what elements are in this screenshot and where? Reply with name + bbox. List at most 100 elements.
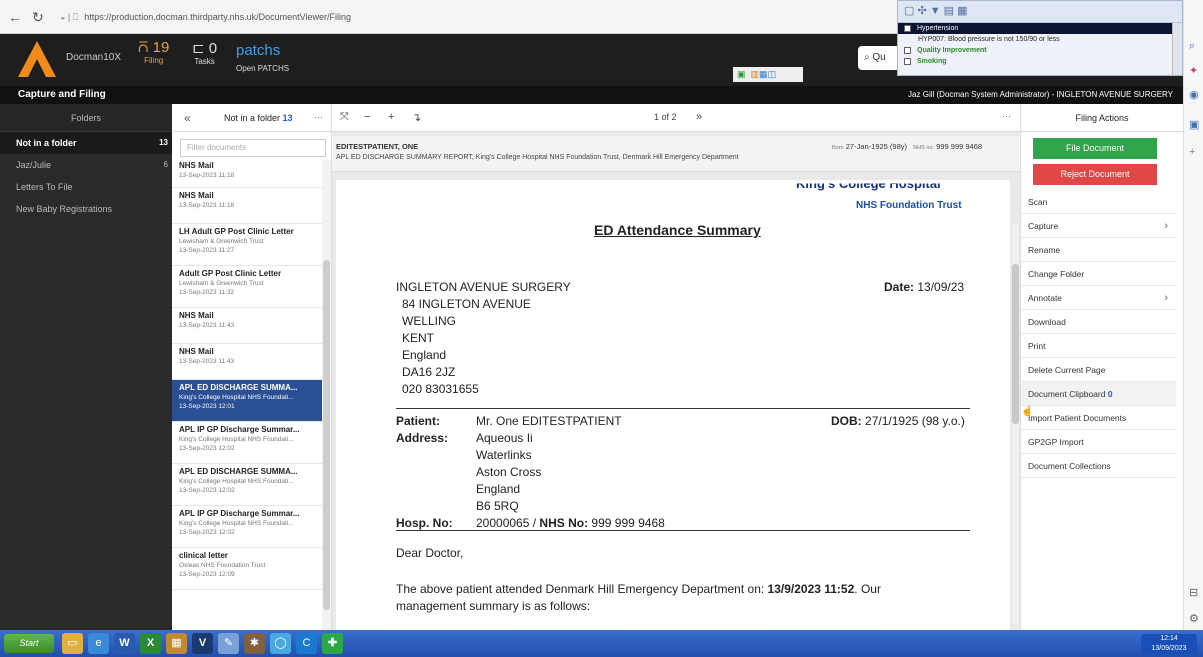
document-list-item[interactable]: clinical letter Oxleas NHS Foundation Tru… [172, 548, 322, 590]
document-org: King's College Hospital NHS Foundati... [179, 436, 294, 443]
letter-dob: DOB: 27/1/1925 (98 y.o.) [831, 414, 965, 428]
plus-app-icon[interactable]: ✚ [322, 633, 343, 654]
document-org: King's College Hospital NHS Foundati... [179, 520, 294, 527]
body-text: The above patient attended Denmark Hill … [396, 582, 768, 596]
zoom-in-icon[interactable]: + [388, 111, 394, 123]
action-capture[interactable]: Capture › [1021, 214, 1176, 238]
action-label: Capture [1028, 221, 1059, 231]
folder-item-letters-to-file[interactable]: Letters To File [0, 176, 172, 198]
mini-toolbar[interactable]: ▣ ▥▦◫ [733, 67, 803, 82]
ring-icon[interactable]: ◯ [270, 633, 291, 654]
popup-scrollbar[interactable] [1172, 23, 1182, 75]
action-print[interactable]: Print [1021, 334, 1176, 358]
document-list-item[interactable]: APL ED DISCHARGE SUMMA... King's College … [172, 464, 322, 506]
search-icon[interactable]: ⌕ [1189, 40, 1195, 53]
reload-icon[interactable]: ↻ [32, 9, 44, 26]
outlook-icon[interactable]: ◉ [1189, 88, 1199, 101]
folder-icon[interactable]: ▭ [62, 633, 83, 654]
system-clock[interactable]: 12:14 13/09/2023 [1141, 634, 1197, 654]
extension-icon[interactable]: ✦ [1189, 64, 1198, 77]
notepad-icon[interactable]: ✎ [218, 633, 239, 654]
document-list-item[interactable]: NHS Mail 13-Sep-2023 11:18 [172, 160, 322, 188]
action-gp2gp-import[interactable]: GP2GP Import [1021, 430, 1176, 454]
rotate-icon[interactable]: ↴ [412, 111, 421, 124]
app-icon[interactable]: ▦ [166, 633, 187, 654]
more-options-icon[interactable]: ··· [314, 112, 323, 122]
reject-document-button[interactable]: Reject Document [1033, 164, 1157, 185]
sidebar-toggle-icon[interactable]: ⊟ [1189, 586, 1198, 599]
document-org: Lewisham & Greenwich Trust [179, 280, 264, 287]
back-arrow-icon[interactable]: ← [8, 9, 22, 25]
action-label: Import Patient Documents [1028, 413, 1127, 423]
edge-icon[interactable]: C [296, 633, 317, 654]
document-list-item[interactable]: NHS Mail 13-Sep-2023 11:43 [172, 308, 322, 344]
filter-documents-input[interactable]: Filter documents [180, 139, 326, 157]
folder-item-jaz-julie[interactable]: Jaz/Julie 6 [0, 154, 172, 176]
document-org: King's College Hospital NHS Foundati... [179, 394, 294, 401]
document-list-scrollbar[interactable] [322, 160, 331, 630]
popup-row-hyp007[interactable]: HYP007: Blood pressure is not 150/90 or … [898, 34, 1182, 45]
document-list-item[interactable]: NHS Mail 13-Sep-2023 11:18 [172, 188, 322, 224]
grid-icon[interactable]: ▦ [759, 69, 768, 79]
viewer-toolbar: ⤧ − + ↴ 1 of 2 » ··· [332, 104, 1020, 132]
document-list-item[interactable]: Adult GP Post Clinic Letter Lewisham & Gr… [172, 266, 322, 308]
document-list-item[interactable]: NHS Mail 13-Sep-2023 11:43 [172, 344, 322, 380]
viewer-more-icon[interactable]: ··· [1002, 111, 1011, 121]
patchs-logo[interactable]: patchs [236, 42, 280, 59]
popup-row-smoking[interactable]: Smoking [898, 56, 1182, 67]
action-document-clipboard[interactable]: Document Clipboard 0 [1021, 382, 1176, 406]
document-list-item[interactable]: LH Adult GP Post Clinic Letter Lewisham &… [172, 224, 322, 266]
folder-item-not-in-a-folder[interactable]: Not in a folder 13 [0, 132, 172, 154]
vision-icon[interactable]: V [192, 633, 213, 654]
excel-icon[interactable]: X [140, 633, 161, 654]
action-delete-current-page[interactable]: Delete Current Page [1021, 358, 1176, 382]
browser-icon[interactable]: e [88, 633, 109, 654]
document-list-item[interactable]: APL IP GP Discharge Summar... King's Coll… [172, 422, 322, 464]
action-rename[interactable]: Rename [1021, 238, 1176, 262]
fit-screen-icon[interactable]: ⤧ [340, 111, 349, 124]
popup-row-hypertension[interactable]: Hypertension [898, 23, 1182, 34]
document-list-item[interactable]: APL IP GP Discharge Summar... King's Coll… [172, 506, 322, 548]
document-title: NHS Mail [179, 311, 214, 320]
zoom-out-icon[interactable]: − [364, 111, 370, 123]
document-title: NHS Mail [179, 191, 214, 200]
file-document-button[interactable]: File Document [1033, 138, 1157, 159]
collapse-left-icon[interactable]: « [184, 111, 191, 125]
action-download[interactable]: Download [1021, 310, 1176, 334]
popup-row-label: Smoking [917, 58, 947, 65]
scrollbar-thumb[interactable] [323, 260, 330, 610]
start-button[interactable]: Start [4, 634, 54, 653]
address-bar[interactable]: ◒ | ⎕ https://production.docman.thirdpart… [60, 8, 890, 26]
action-scan[interactable]: Scan [1021, 190, 1176, 214]
office-icon[interactable]: ▣ [1189, 118, 1199, 131]
tasks-counter[interactable]: ⊏ 0 Tasks [192, 39, 217, 66]
viewer-scrollbar[interactable] [1012, 224, 1019, 624]
document-date: 13-Sep-2023 12:02 [179, 529, 235, 536]
folder-item-new-baby-registrations[interactable]: New Baby Registrations [0, 198, 172, 220]
popup-tool-icons[interactable]: ▢ ✣ ▼ ▤ ▦ [904, 5, 968, 17]
action-document-collections[interactable]: Document Collections [1021, 454, 1176, 478]
word-icon[interactable]: W [114, 633, 135, 654]
document-title: APL ED DISCHARGE SUMMA... [179, 383, 298, 392]
action-change-folder[interactable]: Change Folder [1021, 262, 1176, 286]
nhs-value: 999 999 9468 [936, 142, 983, 151]
chevron-right-icon: › [1164, 220, 1168, 232]
action-annotate[interactable]: Annotate › [1021, 286, 1176, 310]
paint-icon[interactable]: ✱ [244, 633, 265, 654]
add-square-icon[interactable]: ▣ [737, 69, 746, 79]
document-date: 13-Sep-2023 11:43 [179, 322, 235, 329]
open-patchs-link[interactable]: Open PATCHS [236, 64, 289, 73]
folders-header: Folders [0, 104, 172, 132]
filing-counter[interactable]: ⩃ 19 Filing [138, 39, 169, 65]
patient-banner: EDITESTPATIENT, ONE APL ED DISCHARGE SUM… [332, 136, 1020, 172]
window-icon[interactable]: ◫ [768, 69, 777, 79]
document-list-item-selected[interactable]: APL ED DISCHARGE SUMMA... King's College … [172, 380, 322, 422]
settings-gear-icon[interactable]: ⚙ [1189, 612, 1199, 625]
next-page-icon[interactable]: » [696, 111, 702, 123]
popup-row-quality[interactable]: Quality Improvement [898, 45, 1182, 56]
clinical-alert-popup[interactable]: ▢ ✣ ▼ ▤ ▦ Hypertension HYP007: Blood pre… [897, 0, 1183, 76]
action-import-patient-documents[interactable]: Import Patient Documents [1021, 406, 1176, 430]
chart-icon[interactable]: ▥ [751, 69, 760, 79]
add-icon[interactable]: + [1189, 146, 1195, 158]
scrollbar-thumb[interactable] [1012, 264, 1019, 424]
